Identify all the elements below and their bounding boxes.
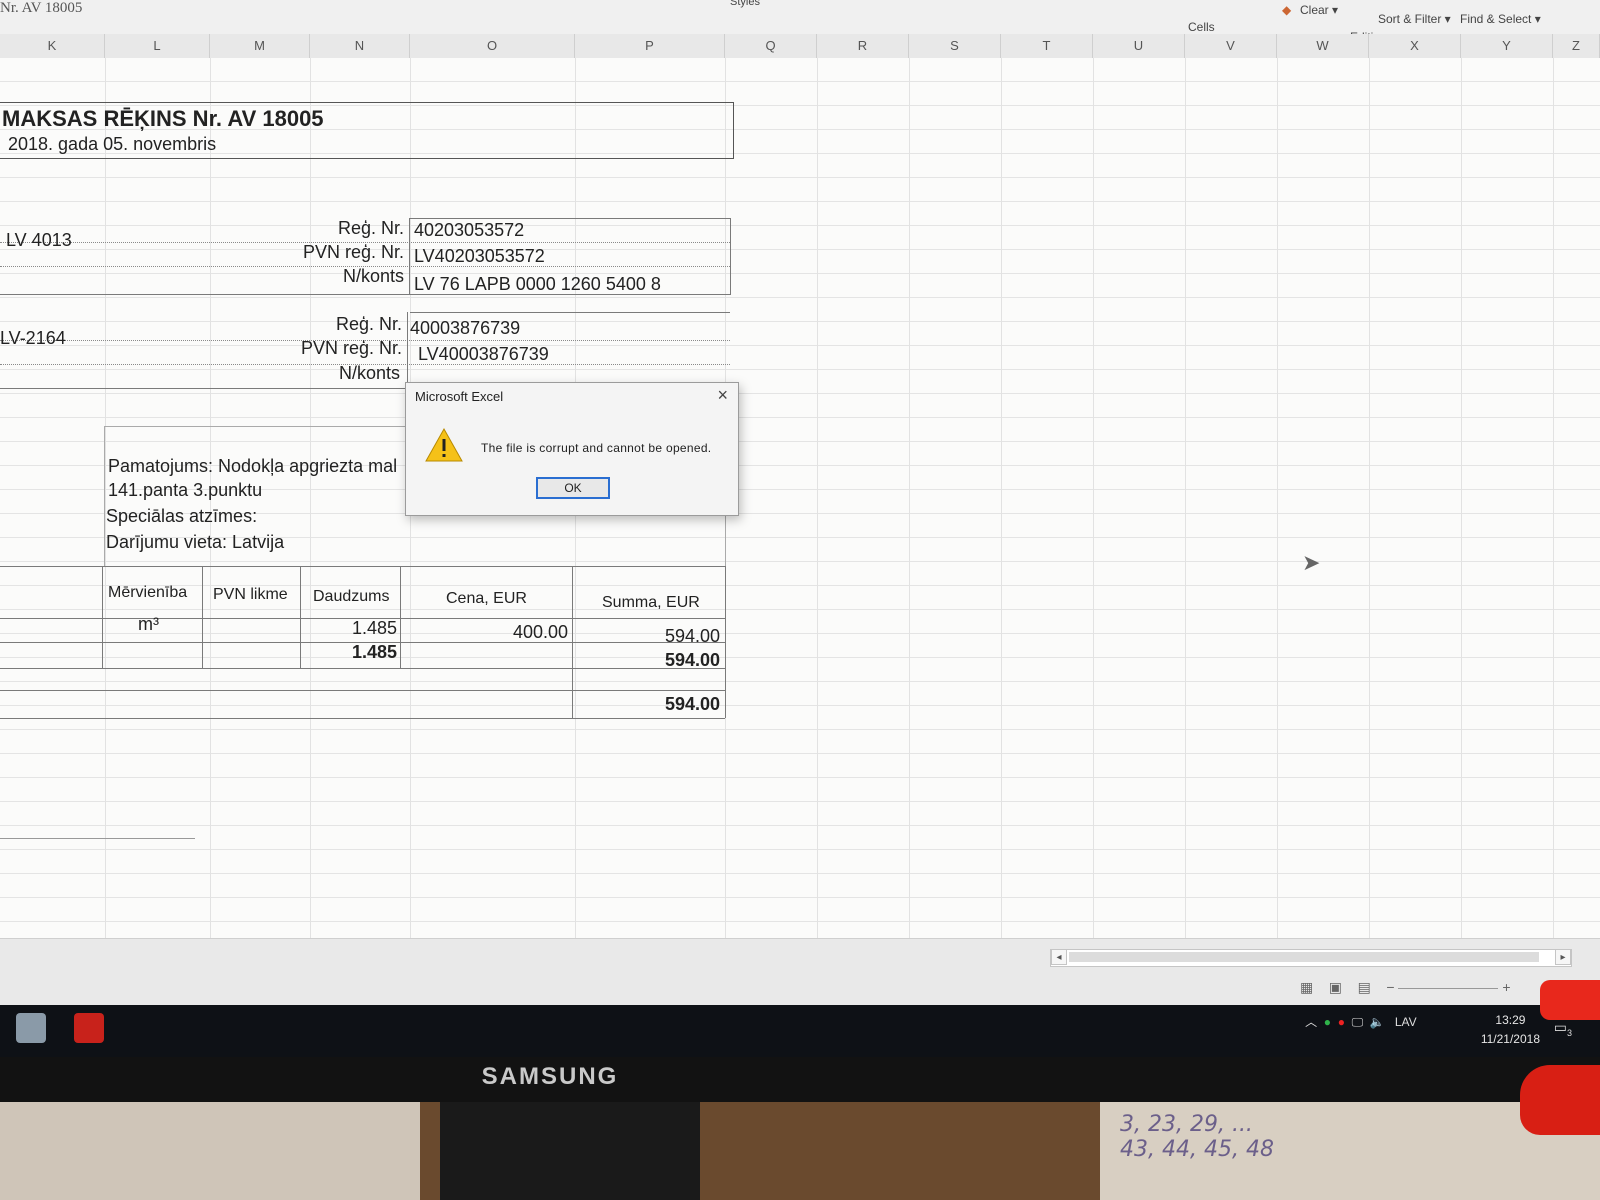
seller-account-label: N/konts xyxy=(342,266,404,286)
scroll-thumb[interactable] xyxy=(1069,952,1539,962)
column-header[interactable]: V xyxy=(1185,34,1277,58)
warning-icon xyxy=(425,427,463,462)
buyer-account-label: N/konts xyxy=(338,363,400,383)
language-indicator[interactable]: LAV xyxy=(1395,1015,1417,1029)
monitor-screen: Nr. AV 18005 Styles Cells ◆ Clear ▾ Sort… xyxy=(0,0,1600,1005)
normal-view-icon[interactable]: ▦ xyxy=(1300,979,1313,995)
page-break-icon[interactable]: ▤ xyxy=(1358,979,1371,995)
dialog-message: The file is corrupt and cannot be opened… xyxy=(481,441,712,455)
paper-sheet xyxy=(0,1102,420,1200)
horizontal-scrollbar[interactable]: ◂ ▸ xyxy=(1050,949,1572,967)
mouse-cursor-icon: ➤ xyxy=(1302,550,1321,575)
error-dialog: Microsoft Excel × The file is corrupt an… xyxy=(405,382,739,516)
red-object xyxy=(1520,1065,1600,1135)
dialog-title: Microsoft Excel xyxy=(415,389,504,404)
action-center-icon[interactable]: ▭3 xyxy=(1554,1019,1572,1038)
buyer-reg-label: Reģ. Nr. xyxy=(335,314,402,334)
column-header[interactable]: O xyxy=(410,34,575,58)
column-header[interactable]: W xyxy=(1277,34,1369,58)
monitor-brand: SAMSUNG xyxy=(481,1063,619,1090)
column-header[interactable]: T xyxy=(1001,34,1093,58)
row-quantity: 1.485 xyxy=(351,618,397,638)
volume-icon[interactable]: 🔈 xyxy=(1370,1015,1385,1029)
chevron-up-icon[interactable]: ︿ xyxy=(1305,1015,1317,1029)
find-select-button[interactable]: Find & Select ▾ xyxy=(1460,12,1541,26)
table-header-quantity: Daudzums xyxy=(313,588,390,605)
column-header[interactable]: P xyxy=(575,34,725,58)
security-shield-icon[interactable]: ● xyxy=(1324,1015,1331,1029)
seller-address: LV 4013 xyxy=(6,230,72,250)
taskbar-clock[interactable]: 13:29 11/21/2018 xyxy=(1481,1011,1540,1049)
buyer-vat-label: PVN reģ. Nr. xyxy=(300,338,402,358)
seller-vat-label: PVN reģ. Nr. xyxy=(302,242,404,262)
page-layout-icon[interactable]: ▣ xyxy=(1329,979,1342,995)
clock-time: 13:29 xyxy=(1495,1013,1526,1027)
zoom-out-icon[interactable]: − xyxy=(1386,979,1394,995)
column-header[interactable]: L xyxy=(105,34,210,58)
buyer-address: LV-2164 xyxy=(0,328,66,348)
basis-text-line1: Pamatojums: Nodokļa apgriezta mal xyxy=(108,456,398,476)
subtotal-quantity: 1.485 xyxy=(351,642,397,662)
sort-filter-button[interactable]: Sort & Filter ▾ xyxy=(1378,12,1451,26)
column-header[interactable]: Q xyxy=(725,34,817,58)
clock-date: 11/21/2018 xyxy=(1480,1032,1540,1046)
column-header[interactable]: X xyxy=(1369,34,1461,58)
column-header[interactable]: S xyxy=(909,34,1001,58)
close-icon[interactable]: × xyxy=(717,385,728,406)
desk-surface: 3, 23, 29, ... 43, 44, 45, 48 xyxy=(0,1102,1600,1200)
pdf-reader-icon[interactable] xyxy=(74,1013,104,1043)
column-header-row: K L M N O P Q R S T U V W X Y Z xyxy=(0,34,1600,59)
deal-place: Darījumu vieta: Latvija xyxy=(106,532,285,552)
row-unit: m³ xyxy=(138,614,159,634)
column-header[interactable]: U xyxy=(1093,34,1185,58)
basis-text-line2: 141.panta 3.punktu xyxy=(108,480,263,500)
column-header[interactable]: Z xyxy=(1553,34,1600,58)
spreadsheet-grid[interactable]: MAKSAS RĒĶINS Nr. AV 18005 2018. gada 05… xyxy=(0,58,1600,938)
zoom-slider[interactable] xyxy=(1398,987,1499,989)
invoice-title: MAKSAS RĒĶINS Nr. AV 18005 xyxy=(2,106,324,131)
monitor-stand xyxy=(440,1102,700,1200)
seller-reg-value: 40203053572 xyxy=(414,220,525,240)
buyer-reg-value: 40003876739 xyxy=(410,318,521,338)
red-object xyxy=(1540,980,1600,1020)
table-header-vat: PVN likme xyxy=(213,586,288,603)
total-sum: 594.00 xyxy=(664,694,720,714)
table-header-sum: Summa, EUR xyxy=(602,594,700,611)
buyer-vat-value: LV40003876739 xyxy=(418,344,549,364)
view-switcher: ▦ ▣ ▤ − + xyxy=(1300,979,1511,996)
column-header[interactable]: R xyxy=(817,34,909,58)
cells-group-label: Cells xyxy=(1188,20,1215,34)
windows-taskbar: ︿ ● ● 🖵 🔈 LAV 13:29 11/21/2018 ▭3 xyxy=(0,1005,1600,1057)
styles-group-label: Styles xyxy=(730,0,760,8)
special-notes: Speciālas atzīmes: xyxy=(106,506,258,526)
column-header[interactable]: M xyxy=(210,34,310,58)
table-header-unit: Mērvienība xyxy=(108,584,188,601)
eraser-icon: ◆ xyxy=(1282,3,1292,17)
seller-reg-label: Reģ. Nr. xyxy=(337,218,404,238)
column-header[interactable]: K xyxy=(0,34,105,58)
zoom-in-icon[interactable]: + xyxy=(1502,979,1510,995)
antivirus-icon[interactable]: ● xyxy=(1338,1015,1345,1029)
row-price: 400.00 xyxy=(512,622,568,642)
seller-vat-value: LV40203053572 xyxy=(414,246,545,266)
ok-button[interactable]: OK xyxy=(536,477,610,499)
column-header[interactable]: N xyxy=(310,34,410,58)
status-bar: ◂ ▸ ▦ ▣ ▤ − + xyxy=(0,938,1600,1005)
invoice-date: 2018. gada 05. novembris xyxy=(8,134,217,154)
row-sum: 594.00 xyxy=(664,626,720,646)
table-header-price: Cena, EUR xyxy=(446,590,527,607)
handwritten-note: 3, 23, 29, ... 43, 44, 45, 48 xyxy=(1120,1112,1274,1162)
scroll-left-icon[interactable]: ◂ xyxy=(1051,949,1067,965)
recycle-bin-icon[interactable] xyxy=(16,1013,46,1043)
clear-button[interactable]: Clear ▾ xyxy=(1300,3,1338,17)
network-icon[interactable]: 🖵 xyxy=(1352,1015,1364,1029)
scroll-right-icon[interactable]: ▸ xyxy=(1555,949,1571,965)
column-header[interactable]: Y xyxy=(1461,34,1553,58)
seller-account-value: LV 76 LAPB 0000 1260 5400 8 xyxy=(414,274,661,294)
name-box[interactable]: Nr. AV 18005 xyxy=(0,0,82,17)
